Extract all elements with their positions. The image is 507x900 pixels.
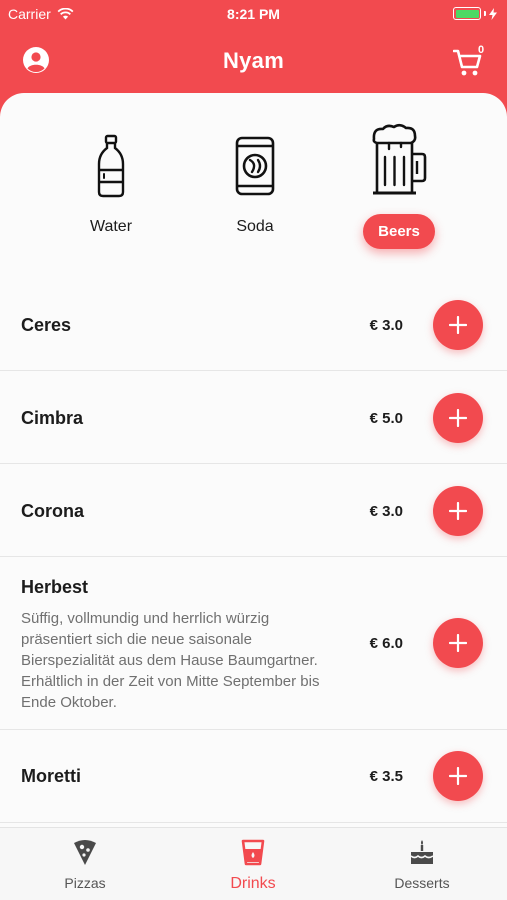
product-price: € 6.0 — [369, 635, 403, 652]
add-to-cart-button[interactable] — [433, 751, 483, 801]
bottom-tab-bar: Pizzas Drinks Desserts — [0, 827, 507, 900]
product-name: Ceres — [21, 315, 72, 335]
add-to-cart-button[interactable] — [433, 486, 483, 536]
product-name: Herbest — [21, 577, 89, 597]
beer-mug-icon — [372, 123, 427, 195]
category-beers[interactable]: Beers — [334, 123, 464, 263]
charging-bolt-icon — [489, 7, 497, 20]
list-item: Corona € 3.0 — [0, 464, 507, 557]
plus-icon — [449, 502, 467, 520]
product-description: Süffig, vollmundig und herrlich würzig p… — [21, 610, 320, 711]
water-bottle-icon — [97, 134, 125, 198]
tab-label: Drinks — [230, 875, 276, 892]
plus-icon — [449, 409, 467, 427]
pizza-slice-icon — [74, 840, 96, 865]
category-label: Soda — [236, 218, 274, 235]
add-to-cart-button[interactable] — [433, 618, 483, 668]
category-water[interactable]: Water — [46, 123, 176, 263]
plus-icon — [449, 767, 467, 785]
list-item: Ceres € 3.0 — [0, 278, 507, 371]
cart-count-badge: 0 — [477, 44, 485, 56]
tab-pizzas[interactable]: Pizzas — [20, 838, 150, 891]
cart-button[interactable]: 0 — [453, 42, 489, 76]
cake-icon — [410, 840, 434, 864]
category-label-active: Beers — [363, 214, 435, 249]
category-selector: Water Soda Beers — [0, 93, 507, 278]
tab-drinks[interactable]: Drinks — [188, 838, 318, 893]
category-label: Water — [89, 218, 133, 235]
product-price: € 5.0 — [369, 410, 403, 427]
add-to-cart-button[interactable] — [433, 300, 483, 350]
product-name: Cimbra — [21, 408, 84, 428]
battery-icon — [453, 7, 497, 20]
drink-cup-icon — [241, 839, 265, 866]
product-list: Ceres € 3.0 Cimbra € 5.0 Corona € 3.0 He… — [0, 278, 507, 823]
soda-can-icon — [235, 136, 275, 196]
status-time: 8:21 PM — [227, 6, 280, 22]
plus-icon — [449, 316, 467, 334]
content-sheet: Water Soda Beers Ceres € 3.0 Cimbra € 5.… — [0, 93, 507, 827]
product-name: Moretti — [21, 766, 81, 786]
product-name: Corona — [21, 501, 84, 521]
list-item: Herbest Süffig, vollmundig und herrlich … — [0, 557, 507, 730]
add-to-cart-button[interactable] — [433, 393, 483, 443]
tab-desserts[interactable]: Desserts — [357, 838, 487, 891]
list-item: Moretti € 3.5 — [0, 730, 507, 823]
category-soda[interactable]: Soda — [190, 123, 320, 263]
page-title: Nyam — [222, 48, 285, 73]
product-price: € 3.0 — [369, 503, 403, 520]
status-bar: Carrier 8:21 PM — [0, 0, 507, 28]
tab-label: Desserts — [394, 875, 450, 891]
product-price: € 3.0 — [369, 317, 403, 334]
list-item: Cimbra € 5.0 — [0, 371, 507, 464]
plus-icon — [449, 634, 467, 652]
navigation-bar: Nyam 0 — [0, 40, 507, 84]
tab-label: Pizzas — [64, 875, 106, 891]
product-price: € 3.5 — [369, 768, 403, 785]
